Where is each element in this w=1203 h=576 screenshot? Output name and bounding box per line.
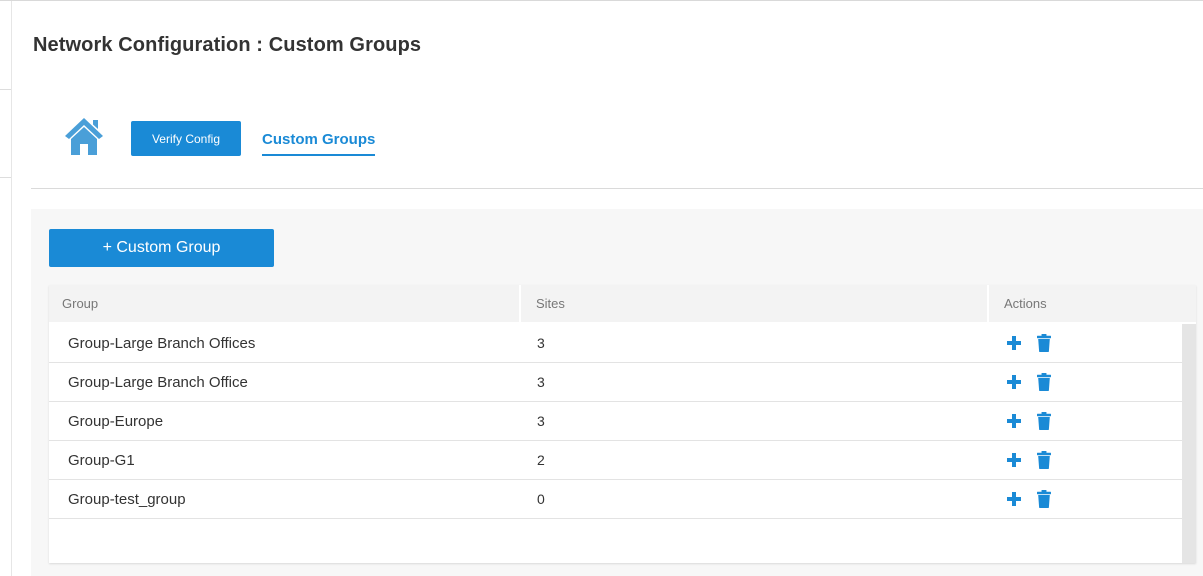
plus-icon[interactable] [1006,490,1022,508]
add-custom-group-button[interactable]: + Custom Group [49,229,274,267]
plus-icon[interactable] [1006,334,1022,352]
trash-icon[interactable] [1036,451,1052,469]
verify-config-button[interactable]: Verify Config [131,121,241,156]
left-gutter [11,1,12,576]
breadcrumb-custom-groups[interactable]: Custom Groups [262,131,376,156]
page-title: Network Configuration : Custom Groups [33,34,422,56]
group-name: Group-Large Branch Offices [68,334,256,352]
plus-icon[interactable] [1006,373,1022,391]
custom-groups-table: Group Sites Actions Group-Large Branch O… [49,285,1196,563]
site-count: 3 [537,413,545,429]
table-row: Group-G1 2 [49,441,1182,480]
site-count: 0 [537,491,545,507]
row-actions [989,334,1182,352]
trash-icon[interactable] [1036,334,1052,352]
group-name: Group-test_group [68,490,186,508]
row-actions [989,412,1182,430]
column-header-actions: Actions [989,285,1196,322]
plus-icon[interactable] [1006,451,1022,469]
column-header-sites[interactable]: Sites [521,285,987,322]
column-header-group[interactable]: Group [49,285,519,322]
group-name: Group-Large Branch Office [68,373,248,391]
table-scrollbar[interactable] [1182,324,1196,563]
app-frame: Network Configuration : Custom Groups Ve… [0,0,1203,576]
group-name: Group-Europe [68,412,164,430]
divider [31,188,1203,189]
table-row: Group-Europe 3 [49,402,1182,441]
table-row: Group-Large Branch Offices 3 [49,324,1182,363]
row-actions [989,451,1182,469]
site-count: 3 [537,374,545,390]
site-count: 2 [537,452,545,468]
trash-icon[interactable] [1036,373,1052,391]
row-actions [989,490,1182,508]
row-actions [989,373,1182,391]
table-header: Group Sites Actions [49,285,1196,322]
trash-icon[interactable] [1036,412,1052,430]
gutter-tick [0,177,11,178]
table-row: Group-test_group 0 [49,480,1182,519]
gutter-tick [0,89,11,90]
group-name: Group-G1 [68,451,135,469]
plus-icon[interactable] [1006,412,1022,430]
table-body: Group-Large Branch Offices 3 Group-Large… [49,324,1182,519]
home-icon[interactable] [64,115,104,157]
table-row: Group-Large Branch Office 3 [49,363,1182,402]
site-count: 3 [537,335,545,351]
trash-icon[interactable] [1036,490,1052,508]
